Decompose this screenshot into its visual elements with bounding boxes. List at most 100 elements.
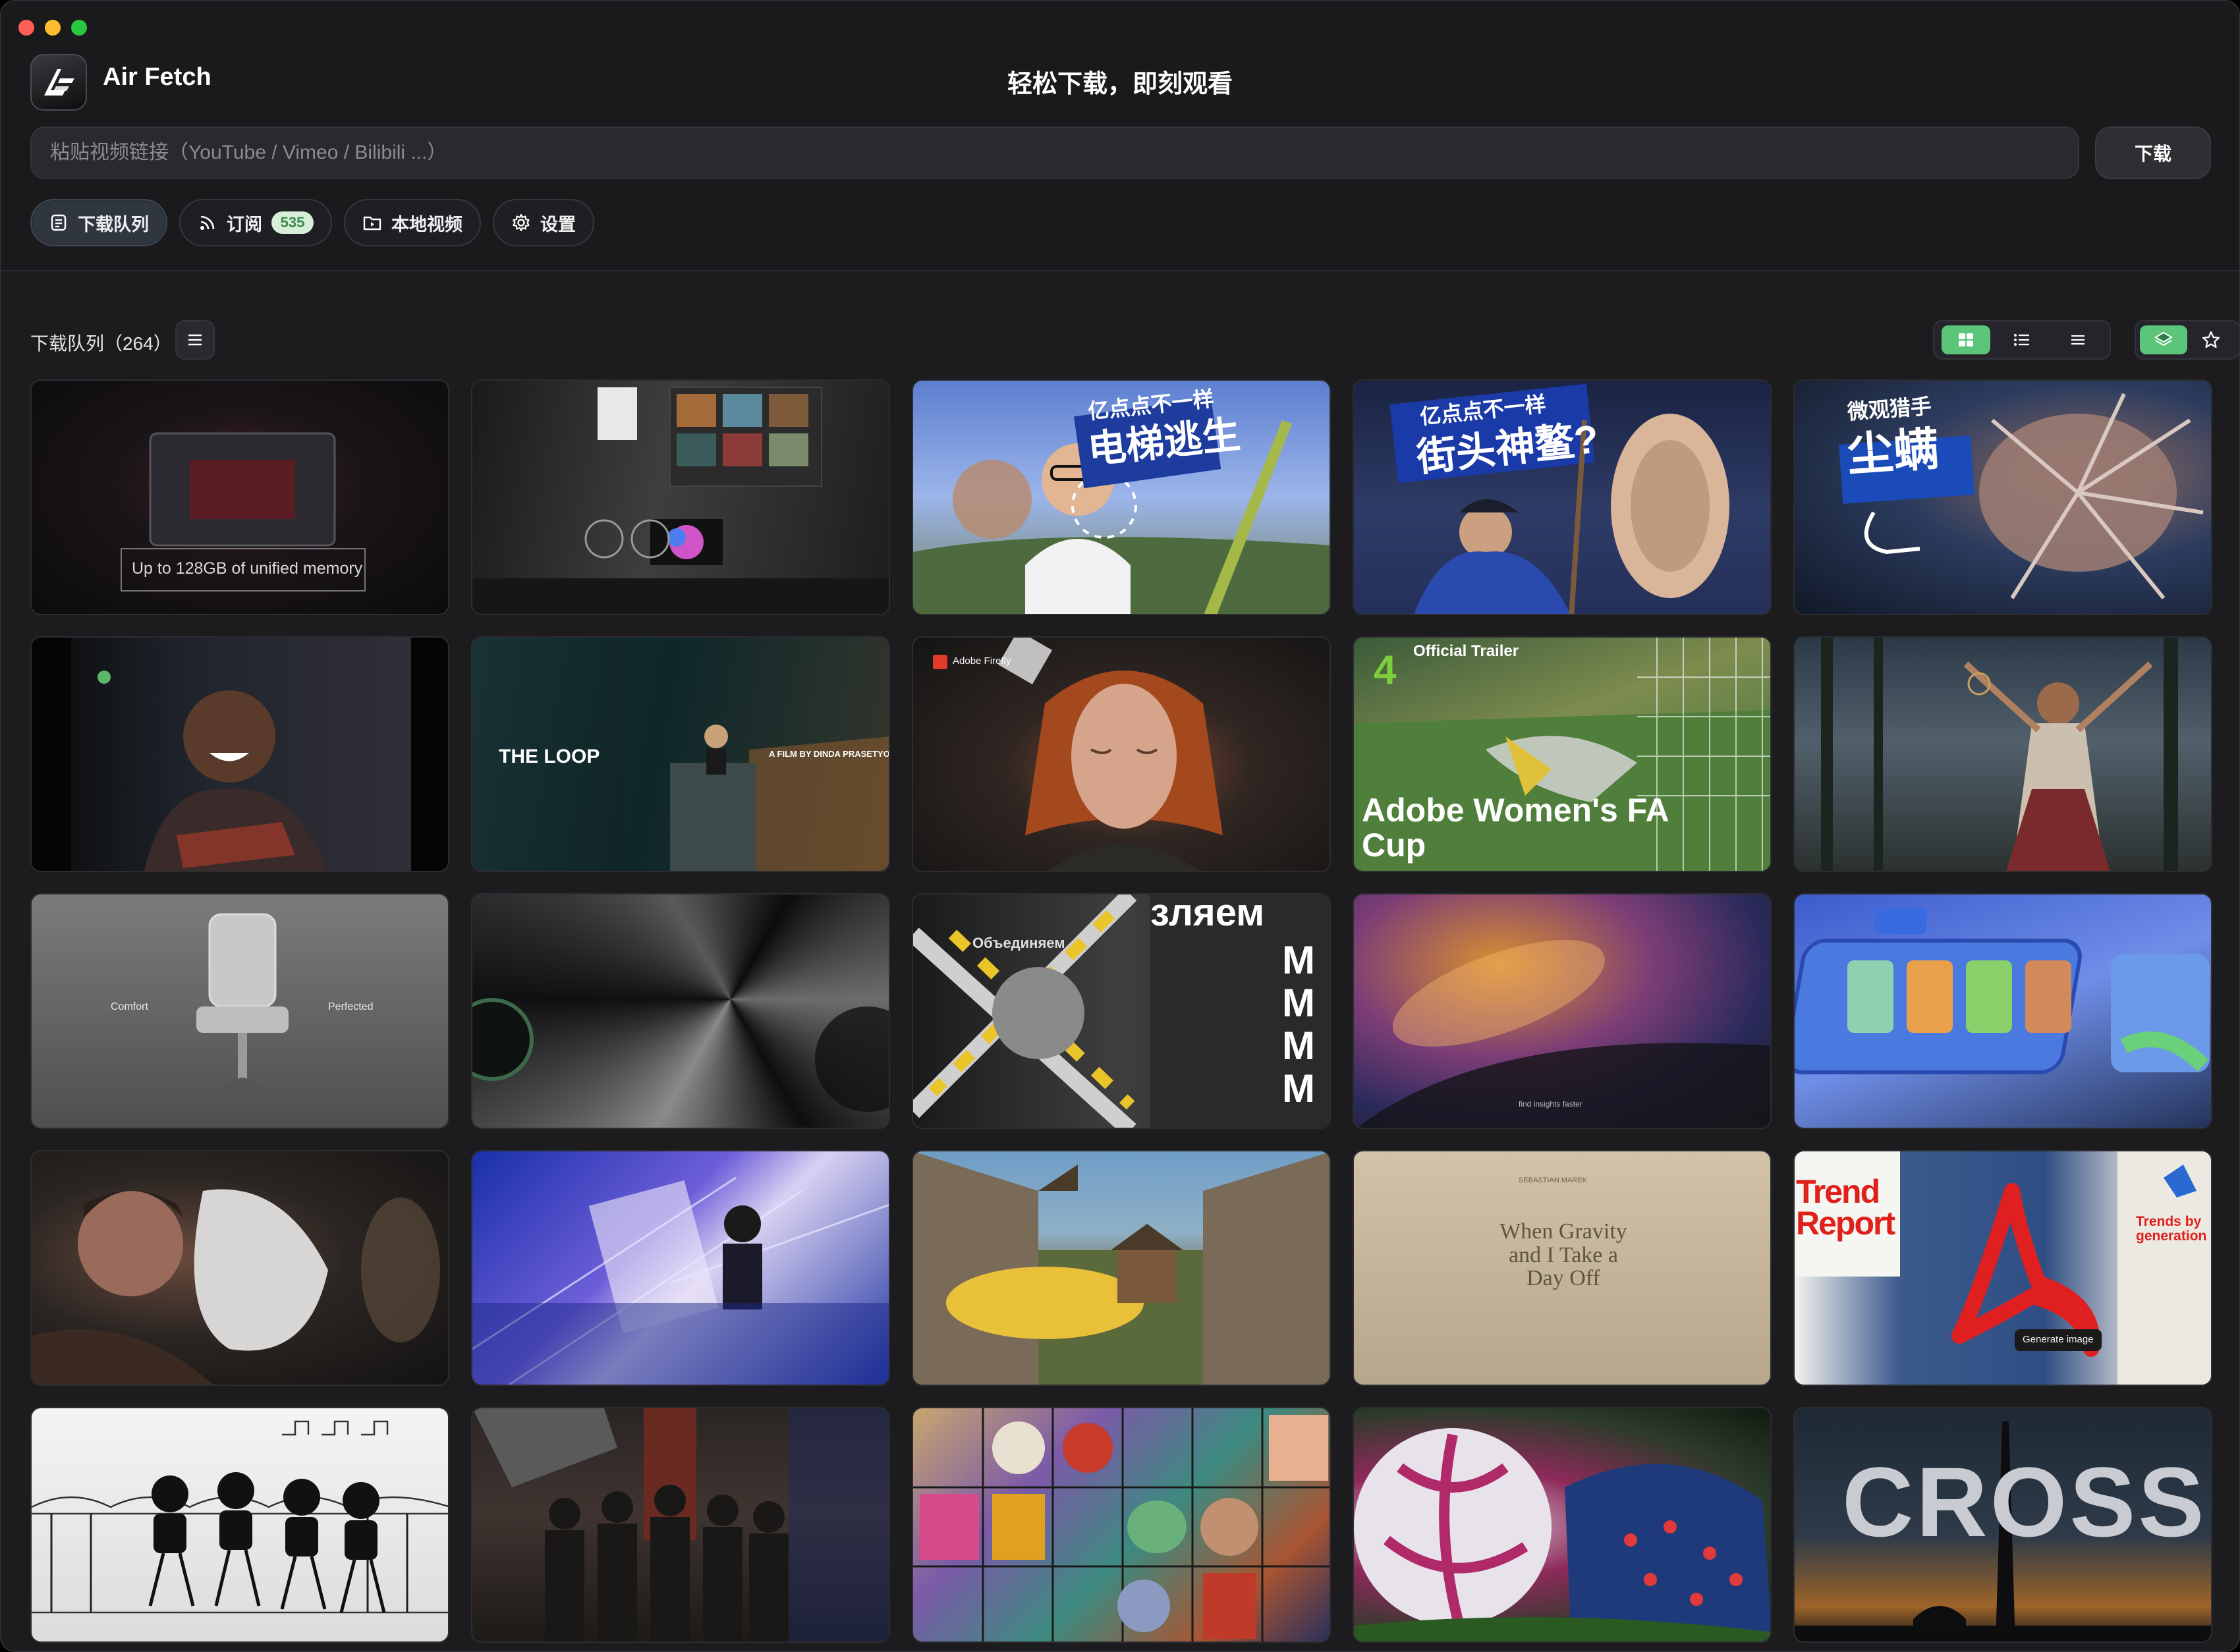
extra-actions: [2135, 320, 2239, 360]
thumbnail-caption: Trends by generation: [2136, 1214, 2207, 1244]
window-controls: [18, 20, 87, 36]
app-slogan: 轻松下载，即刻观看: [1007, 70, 1233, 98]
app-window: Air Fetch 轻松下载，即刻观看 下载 下载队列 订阅 535: [0, 0, 2240, 1652]
tab-label: 下载队列: [78, 214, 149, 234]
thumbnail-art: [1357, 940, 1770, 1128]
thumbnail-art: MMMM: [913, 895, 1330, 1128]
video-card[interactable]: [912, 1150, 1331, 1386]
compact-list-icon: [2071, 335, 2085, 345]
video-card[interactable]: [30, 1407, 449, 1643]
favorites-button[interactable]: [2187, 325, 2235, 354]
video-card[interactable]: Comfort Perfected: [30, 893, 449, 1129]
thumbnail-art: [32, 638, 448, 871]
tab-subscriptions[interactable]: 订阅 535: [179, 199, 332, 246]
video-card[interactable]: [1793, 636, 2212, 872]
svg-text:M: M: [1282, 938, 1315, 982]
tab-local-videos[interactable]: 本地视频: [344, 199, 481, 246]
thumbnail-art: [196, 913, 289, 1101]
header: Air Fetch 轻松下载，即刻观看 下载 下载队列 订阅 535: [1, 1, 2239, 271]
video-card[interactable]: THE LOOP A FILM BY DINDA PRASETYO: [471, 636, 890, 872]
minimize-window-button[interactable]: [45, 20, 61, 36]
svg-text:4: 4: [1374, 647, 1397, 693]
thumbnail-art: [1389, 383, 1729, 614]
list-icon: [2013, 334, 2029, 346]
video-card[interactable]: Up to 128GB of unified memory: [30, 379, 449, 615]
tab-download-queue[interactable]: 下载队列: [30, 199, 167, 246]
thumbnail-art: [472, 387, 889, 614]
list-view-button[interactable]: [1998, 325, 2046, 354]
video-card[interactable]: [30, 636, 449, 872]
close-window-button[interactable]: [18, 20, 34, 36]
video-card[interactable]: Adobe Firefly: [912, 636, 1331, 872]
thumbnail-art: [1821, 638, 2178, 871]
thumbnail-art: [472, 1408, 889, 1641]
gear-icon: [511, 213, 531, 233]
layers-button[interactable]: [2140, 325, 2187, 354]
video-card[interactable]: SEBASTIAN MAREK When Gravity and I Take …: [1353, 1150, 1772, 1386]
video-card[interactable]: [471, 1150, 890, 1386]
zoom-window-button[interactable]: [71, 20, 87, 36]
video-card[interactable]: [1793, 893, 2212, 1129]
thumbnail-caption: find insights faster: [1519, 1099, 1582, 1109]
queue-menu-button[interactable]: [175, 320, 215, 360]
queue-title: 下载队列（264）: [30, 333, 172, 354]
thumbnail-art: [472, 1176, 889, 1385]
video-url-input[interactable]: [30, 126, 2079, 179]
view-mode-switcher: [1933, 320, 2111, 360]
video-card[interactable]: Trend Report Trends by generation Genera…: [1793, 1150, 2212, 1386]
thumbnail-caption: 尘螨: [1845, 423, 1942, 481]
video-card[interactable]: 微观猎手 尘螨: [1793, 379, 2212, 615]
thumbnail-caption: THE LOOP: [499, 746, 600, 767]
folder-icon: [362, 213, 382, 233]
hamburger-icon: [188, 334, 202, 346]
video-card[interactable]: 亿点点不一样 街头神鳌?: [1353, 379, 1772, 615]
thumbnail-caption: CROSS: [1842, 1446, 2207, 1557]
video-card[interactable]: 亿点点不一样 电梯逃生: [912, 379, 1331, 615]
thumbnail-art: [1795, 908, 2210, 1074]
video-card[interactable]: [1353, 1407, 1772, 1643]
subscription-count-badge: 535: [271, 211, 314, 234]
thumbnail-art: [913, 1408, 1330, 1641]
thumbnail-caption: Trend Report: [1796, 1173, 1895, 1242]
thumbnail-caption: Up to 128GB of unified memory: [132, 559, 363, 578]
rss-icon: [198, 213, 217, 233]
video-card[interactable]: CROSS: [1793, 1407, 2212, 1643]
thumbnail-caption: зляем: [1150, 893, 1265, 934]
thumbnail-caption: Perfected: [328, 1001, 374, 1012]
queue-toolbar: 下载队列（264）: [30, 320, 2239, 361]
thumbnail-caption: Объединяем: [972, 935, 1065, 951]
layers-icon: [2154, 331, 2173, 346]
thumbnail-caption: Comfort: [111, 1001, 148, 1012]
thumbnail-caption: A FILM BY DINDA PRASETYO: [769, 749, 890, 759]
thumbnail-caption: Adobe Firefly: [953, 655, 1011, 667]
download-button[interactable]: 下载: [2095, 126, 2211, 179]
svg-text:M: M: [1282, 1066, 1315, 1111]
tab-settings[interactable]: 设置: [493, 199, 594, 246]
compact-view-button[interactable]: [2054, 325, 2102, 354]
video-card[interactable]: MMMM Объединяем зляем: [912, 893, 1331, 1129]
svg-text:M: M: [1282, 981, 1315, 1025]
video-card[interactable]: [30, 1150, 449, 1386]
video-card[interactable]: find insights faster: [1353, 893, 1772, 1129]
thumbnail-art: [1354, 1428, 1770, 1641]
video-card[interactable]: [471, 1407, 890, 1643]
thumbnail-art: [933, 638, 1223, 871]
video-card[interactable]: [471, 379, 890, 615]
thumbnail-art: [32, 1420, 448, 1614]
tab-label: 订阅: [227, 214, 262, 234]
thumbnail-caption: When Gravity and I Take a Day Off: [1499, 1219, 1627, 1291]
thumbnail-caption: Adobe Women's FA Cup: [1362, 792, 1668, 864]
video-card[interactable]: [471, 893, 890, 1129]
thumbnail-caption: SEBASTIAN MAREK: [1519, 1176, 1587, 1184]
main-tabs: 下载队列 订阅 535 本地视频 设置: [30, 199, 594, 246]
generate-image-chip: Generate image: [2015, 1329, 2102, 1351]
video-grid: Up to 128GB of unified memory 亿点点不一样 电梯逃…: [30, 379, 2212, 1643]
thumbnail-art: [472, 998, 889, 1112]
thumbnail-art: [32, 1189, 440, 1385]
star-icon: [2202, 331, 2220, 348]
video-card[interactable]: [912, 1407, 1331, 1643]
thumbnail-caption: Official Trailer: [1413, 642, 1519, 660]
svg-text:M: M: [1282, 1024, 1315, 1068]
video-card[interactable]: 4 Official Trailer Adobe Women's FA Cup: [1353, 636, 1772, 872]
grid-view-button[interactable]: [1942, 325, 1991, 354]
